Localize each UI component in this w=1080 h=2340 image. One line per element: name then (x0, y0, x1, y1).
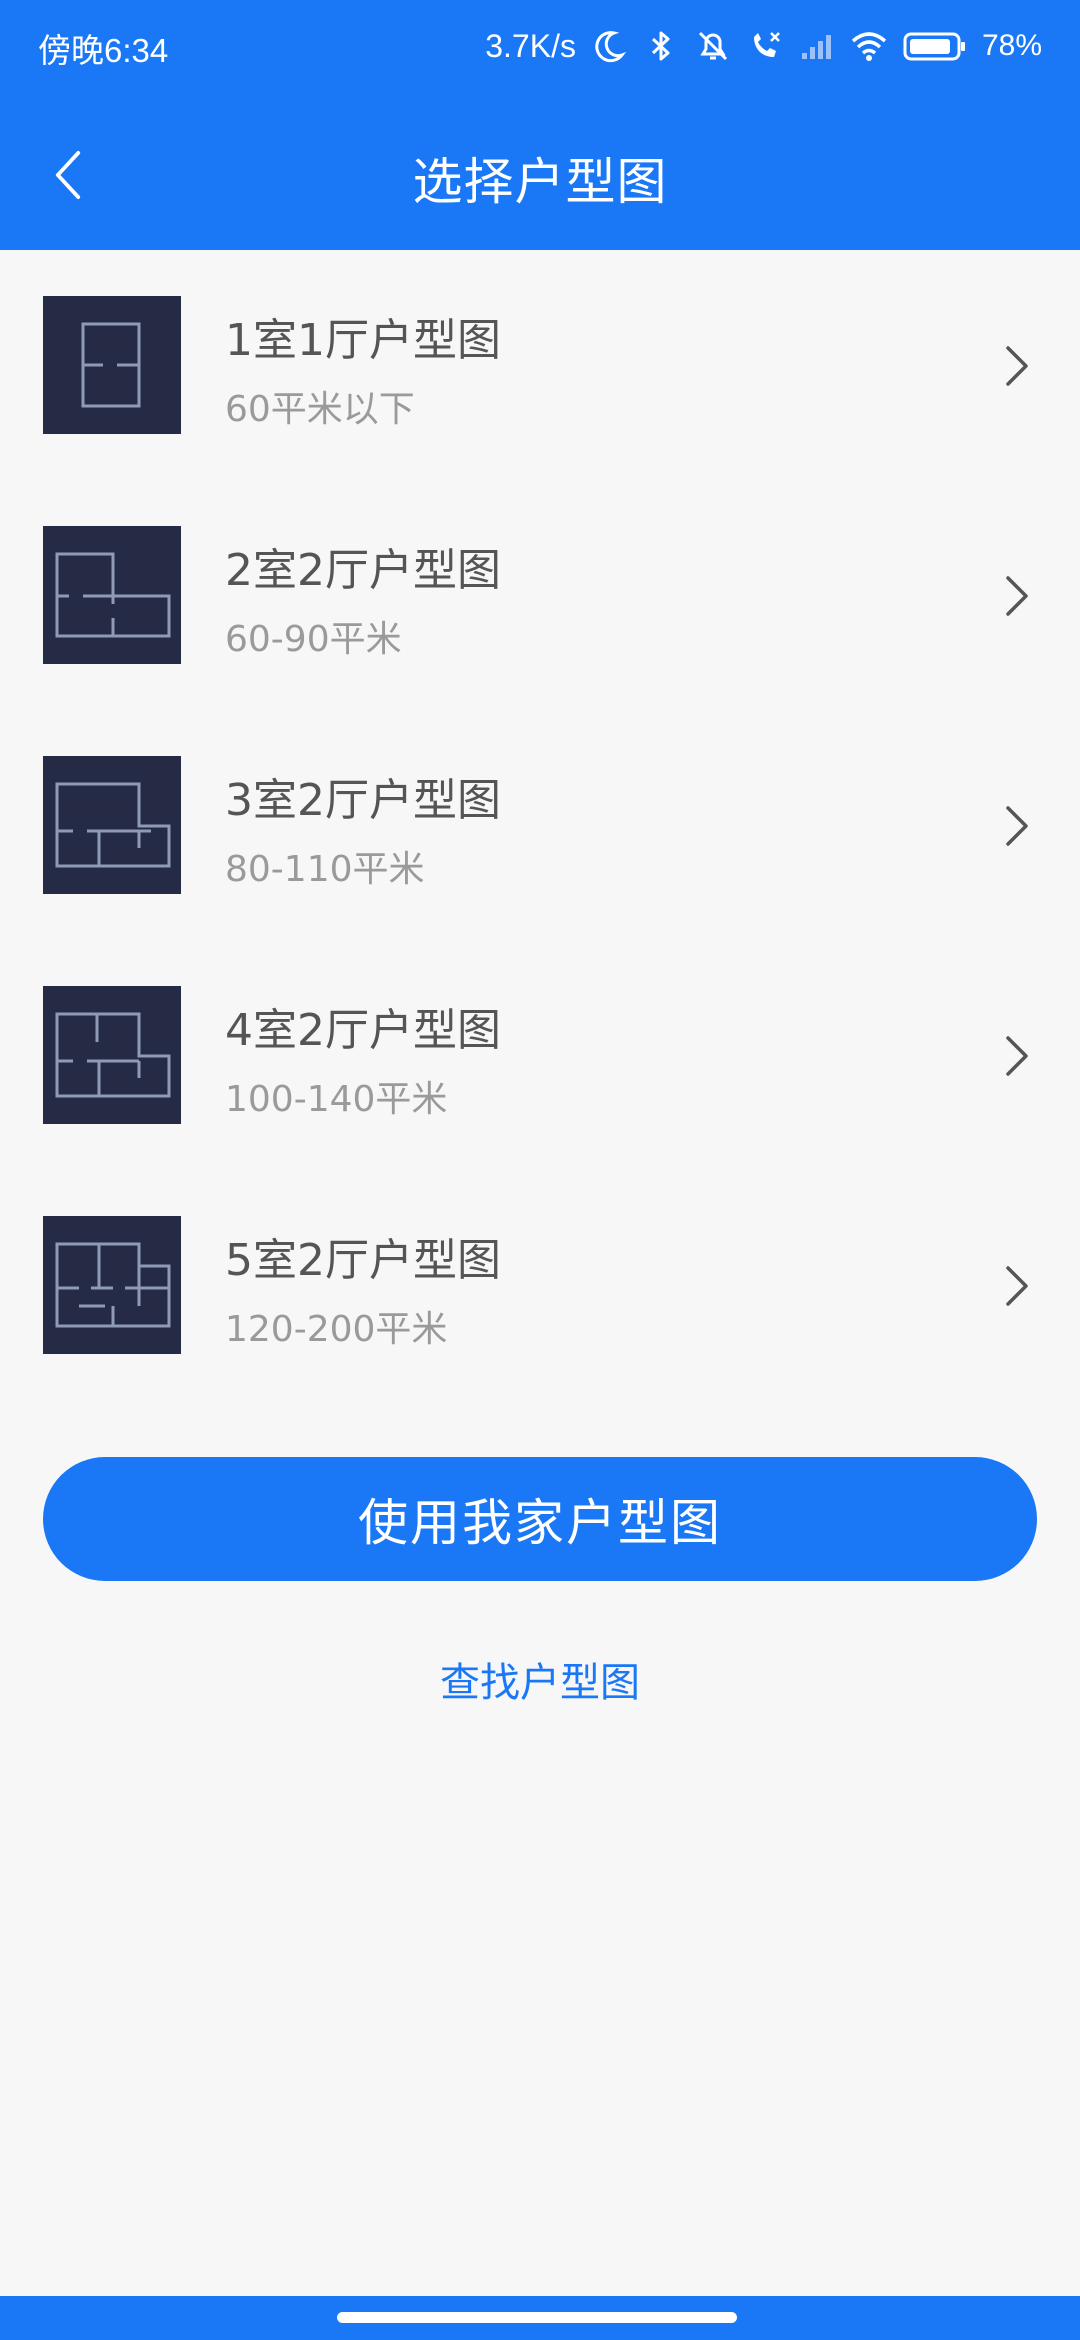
item-area: 60平米以下 (225, 389, 415, 430)
item-area: 120-200平米 (225, 1309, 448, 1350)
list-item[interactable]: 4室2厅户型图 100-140平米 (0, 940, 1080, 1170)
status-time: 傍晚6:34 (38, 32, 169, 69)
find-floorplan-link[interactable]: 查找户型图 (0, 1650, 1080, 1708)
mute-bell-icon (694, 27, 732, 65)
floorplan-thumbnail (43, 756, 181, 894)
nav-bar: 选择户型图 (0, 100, 1080, 250)
battery-icon (902, 27, 968, 65)
floorplan-icon (81, 322, 141, 408)
chevron-right-icon (1006, 1266, 1028, 1306)
app-header: 傍晚6:34 3.7K/s 78% 选择户型图 (0, 0, 1080, 250)
item-area: 60-90平米 (225, 619, 402, 660)
floorplan-thumbnail (43, 1216, 181, 1354)
floorplan-thumbnail (43, 986, 181, 1124)
status-right: 3.7K/s 78% (485, 22, 1042, 70)
signal-icon (798, 27, 836, 65)
home-indicator[interactable] (337, 2312, 737, 2323)
floorplan-list: 1室1厅户型图 60平米以下 2室2厅户型图 60-90平米 3室2厅户型图 8… (0, 250, 1080, 1400)
list-item[interactable]: 2室2厅户型图 60-90平米 (0, 480, 1080, 710)
item-title: 4室2厅户型图 (225, 1005, 501, 1056)
battery-level: 78% (981, 29, 1042, 62)
list-item[interactable]: 1室1厅户型图 60平米以下 (0, 250, 1080, 480)
item-title: 1室1厅户型图 (225, 315, 501, 366)
item-title: 3室2厅户型图 (225, 775, 501, 826)
item-title: 5室2厅户型图 (225, 1235, 501, 1286)
call-icon (746, 27, 784, 65)
list-item[interactable]: 5室2厅户型图 120-200平米 (0, 1170, 1080, 1400)
list-item[interactable]: 3室2厅户型图 80-110平米 (0, 710, 1080, 940)
bottom-nav-bar (0, 2296, 1080, 2340)
floorplan-icon (55, 1012, 171, 1098)
chevron-right-icon (1006, 806, 1028, 846)
item-area: 100-140平米 (225, 1079, 448, 1120)
floorplan-icon (55, 552, 171, 638)
bluetooth-icon (642, 27, 680, 65)
page-title: 选择户型图 (412, 153, 668, 211)
chevron-right-icon (1006, 1036, 1028, 1076)
floorplan-thumbnail (43, 526, 181, 664)
chevron-right-icon (1006, 576, 1028, 616)
status-bar: 傍晚6:34 3.7K/s 78% (0, 0, 1080, 92)
use-my-floorplan-button[interactable]: 使用我家户型图 (43, 1457, 1037, 1581)
moon-icon (590, 27, 628, 65)
network-speed: 3.7K/s (485, 27, 576, 64)
floorplan-icon (55, 1242, 171, 1328)
floorplan-thumbnail (43, 296, 181, 434)
floorplan-icon (55, 782, 171, 868)
item-area: 80-110平米 (225, 849, 425, 890)
item-title: 2室2厅户型图 (225, 545, 501, 596)
chevron-right-icon (1006, 346, 1028, 386)
wifi-icon (850, 27, 888, 65)
